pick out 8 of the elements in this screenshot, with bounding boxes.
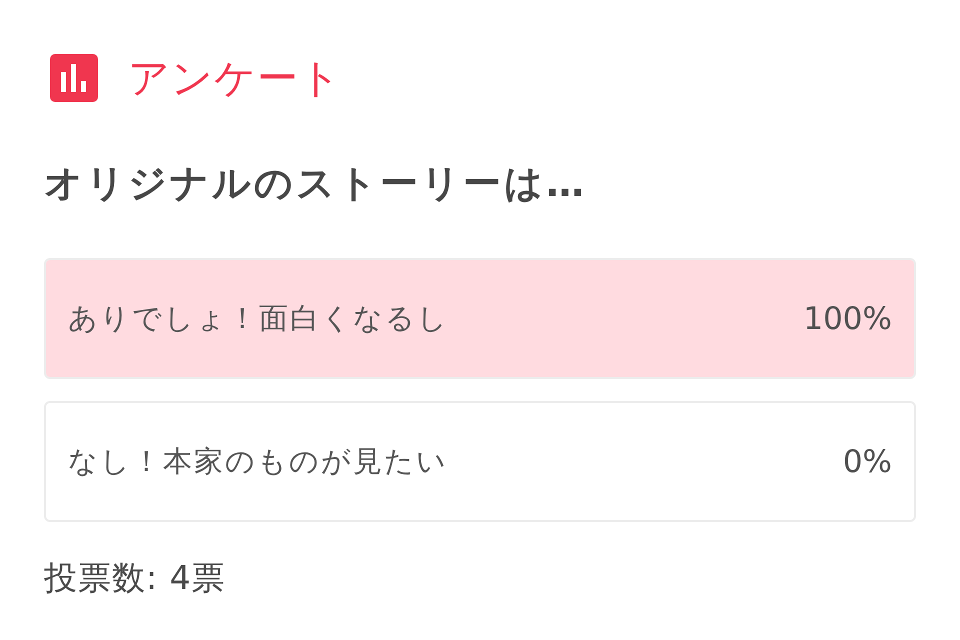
poll-question: オリジナルのストーリーは… xyxy=(44,160,587,206)
section-title: アンケート xyxy=(128,54,342,102)
option-label: ありでしょ！面白くなるし xyxy=(68,300,449,336)
bar-chart-icon xyxy=(50,54,98,102)
vote-count: 投票数: 4票 xyxy=(44,557,226,599)
option-label: なし！本家のものが見たい xyxy=(68,442,448,480)
option-percent: 100% xyxy=(803,300,892,336)
option-percent: 0% xyxy=(842,444,892,480)
